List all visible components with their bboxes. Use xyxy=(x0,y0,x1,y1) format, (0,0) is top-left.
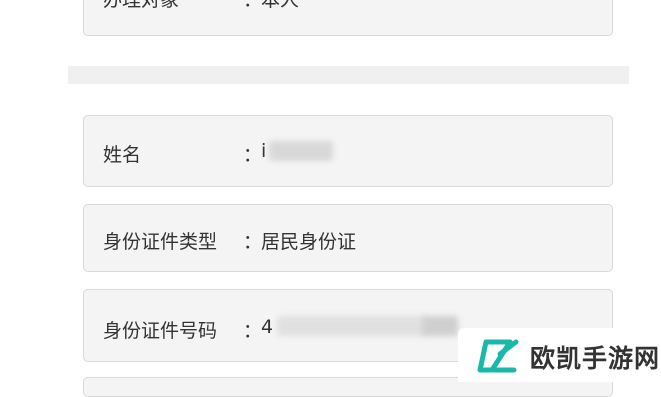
name-redaction xyxy=(269,141,333,161)
watermark-text: 欧凯手游网 xyxy=(530,344,661,373)
subject-select[interactable]: 办理对象 ： 本人 xyxy=(83,0,613,36)
id-number-label: 身份证件号码 xyxy=(103,320,218,342)
subject-label: 办理对象 xyxy=(103,0,180,11)
id-type-value: 居民身份证 xyxy=(261,231,357,253)
name-value: i xyxy=(261,140,267,162)
brand-logo-icon xyxy=(477,339,519,373)
name-colon: ： xyxy=(243,144,263,166)
id-number-colon: ： xyxy=(243,320,263,342)
section-divider xyxy=(68,66,629,84)
subject-value: 本人 xyxy=(261,0,300,11)
id-number-redaction xyxy=(277,316,427,336)
name-field[interactable]: 姓名 ： i xyxy=(83,115,613,187)
id-type-label: 身份证件类型 xyxy=(103,231,218,253)
id-number-value: 4 xyxy=(261,316,274,338)
id-number-redaction-2 xyxy=(422,316,458,336)
subject-colon: ： xyxy=(243,0,263,11)
id-type-field[interactable]: 身份证件类型 ： 居民身份证 xyxy=(83,204,613,272)
watermark: 欧凯手游网 xyxy=(458,328,661,382)
name-label: 姓名 xyxy=(103,144,142,166)
id-type-colon: ： xyxy=(243,231,263,253)
